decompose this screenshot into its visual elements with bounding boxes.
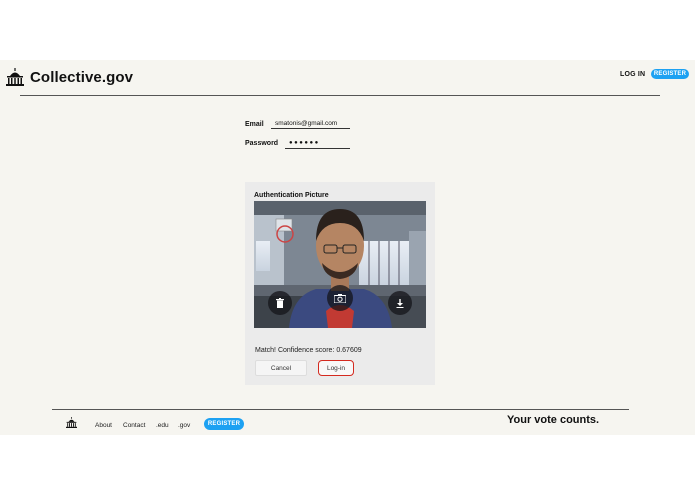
cancel-button[interactable]: Cancel	[255, 360, 307, 376]
tagline: Your vote counts.	[507, 414, 600, 426]
page: Collective.gov LOG IN REGISTER Email sma…	[0, 60, 695, 435]
trash-icon[interactable]	[268, 291, 292, 315]
email-field[interactable]: smatonis@gmail.com	[271, 119, 350, 129]
footer-register-button[interactable]: REGISTER	[204, 418, 244, 430]
match-confidence-text: Match! Confidence score: 0.67609	[255, 347, 362, 354]
login-link[interactable]: LOG IN	[620, 71, 645, 78]
download-icon[interactable]	[388, 291, 412, 315]
footer-link-edu[interactable]: .edu	[156, 422, 169, 429]
camera-icon[interactable]	[327, 285, 353, 311]
footer-link-gov[interactable]: .gov	[178, 422, 190, 429]
password-field[interactable]: ●●●●●●	[285, 139, 350, 149]
footer-divider	[52, 409, 629, 410]
auth-title: Authentication Picture	[254, 192, 329, 199]
header-divider	[20, 95, 660, 96]
brand-title[interactable]: Collective.gov	[30, 69, 133, 86]
login-button[interactable]: Log-in	[318, 360, 354, 376]
email-label: Email	[245, 121, 264, 128]
password-label: Password	[245, 140, 279, 147]
webcam-preview	[254, 201, 426, 328]
register-button[interactable]: REGISTER	[651, 69, 689, 79]
capitol-building-icon[interactable]	[66, 417, 77, 428]
capitol-building-icon[interactable]	[6, 68, 24, 86]
footer-link-about[interactable]: About	[95, 422, 112, 429]
authentication-card: Authentication Picture Match! Confidence…	[245, 182, 435, 385]
footer-link-contact[interactable]: Contact	[123, 422, 145, 429]
